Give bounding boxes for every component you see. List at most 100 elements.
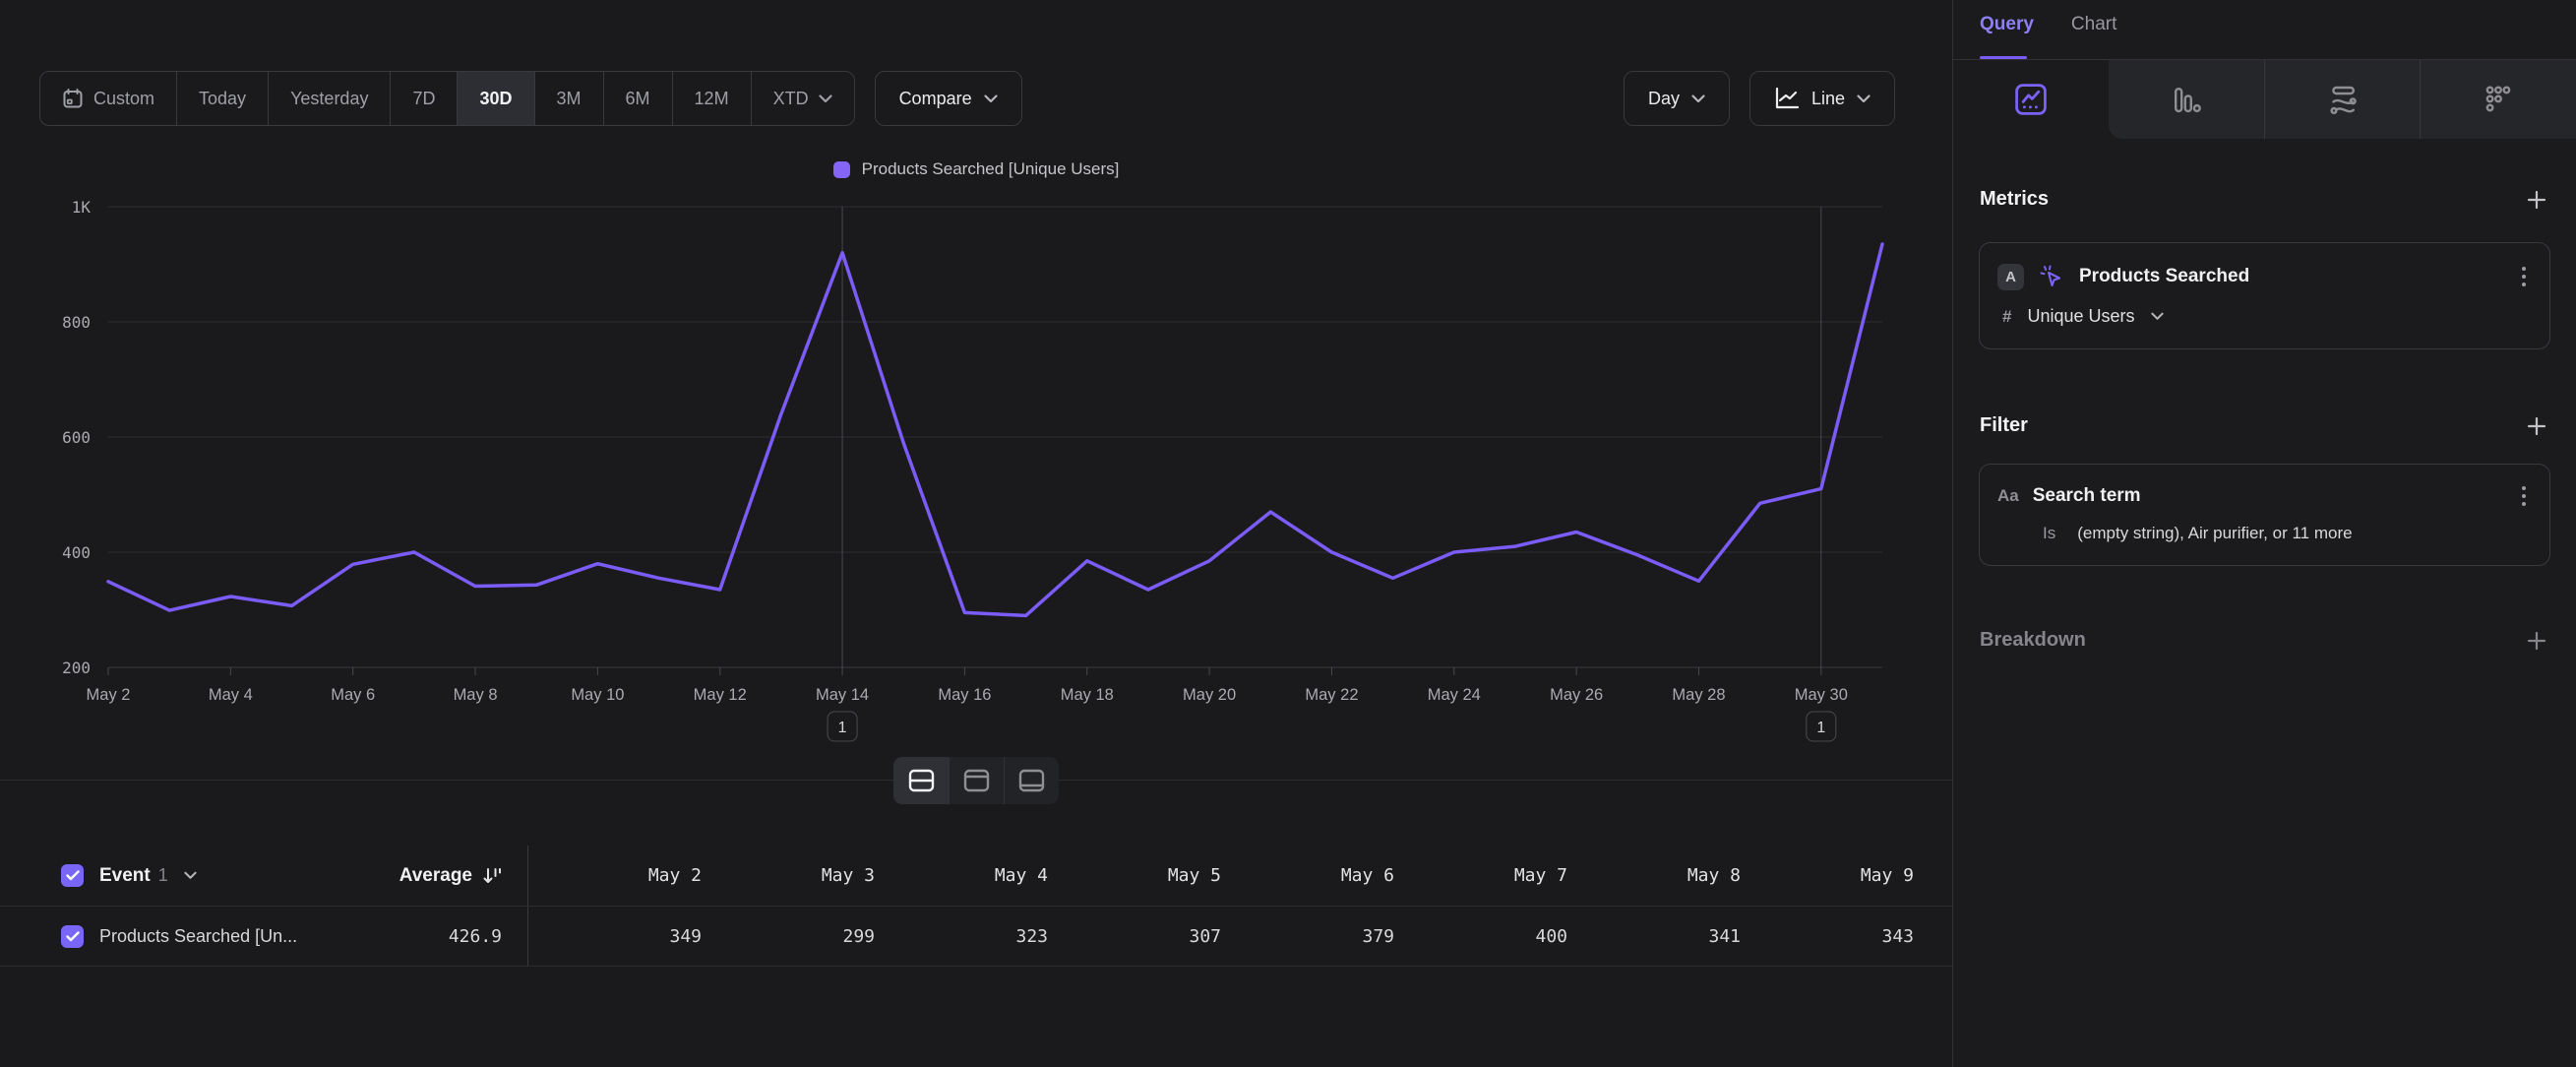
chevron-down-icon xyxy=(1857,94,1871,103)
add-filter-button[interactable] xyxy=(2527,416,2546,436)
chevron-down-icon xyxy=(2151,312,2164,321)
value-cell: 400 xyxy=(1394,926,1567,947)
retention-icon xyxy=(2481,82,2516,117)
range-label: Custom xyxy=(93,89,154,109)
range-button-yesterday[interactable]: Yesterday xyxy=(268,72,390,125)
filter-card[interactable]: Aa Search term Is (empty string), Air pu… xyxy=(1979,464,2550,566)
chevron-down-icon xyxy=(184,871,197,880)
tab-chart[interactable]: Chart xyxy=(2071,14,2116,59)
granularity-button[interactable]: Day xyxy=(1624,71,1730,126)
range-button-6m[interactable]: 6M xyxy=(603,72,672,125)
select-all-checkbox[interactable] xyxy=(61,864,84,887)
x-axis-tick-label: May 22 xyxy=(1305,686,1358,704)
split-view-toggle[interactable] xyxy=(893,757,949,804)
date-column-header[interactable]: May 4 xyxy=(875,865,1048,886)
filter-condition-row[interactable]: Is (empty string), Air purifier, or 11 m… xyxy=(1997,524,2528,543)
tab-query[interactable]: Query xyxy=(1980,14,2034,59)
main-panel: Custom Today Yesterday 7D30D3M 6M 12M XTD Comp… xyxy=(0,0,1952,1067)
viz-tab-insights[interactable] xyxy=(1953,60,2109,139)
x-axis-tick-label: May 16 xyxy=(938,686,991,704)
data-table: Event1 Average May 2May 3May 4May 5May 6… xyxy=(0,846,1952,967)
x-axis-tick-label: May 24 xyxy=(1428,686,1481,704)
string-property-icon: Aa xyxy=(1997,486,2019,506)
range-button-xtd[interactable]: XTD xyxy=(751,72,854,125)
date-column-header[interactable]: May 7 xyxy=(1394,865,1567,886)
viz-tab-flows[interactable] xyxy=(2264,60,2421,139)
average-header-cell[interactable]: Average xyxy=(307,846,528,906)
view-toggle-group xyxy=(893,757,1059,804)
average-header-label: Average xyxy=(399,865,472,887)
legend-swatch xyxy=(833,161,850,178)
metrics-heading: Metrics xyxy=(1980,188,2049,211)
annotation-badge-label: 1 xyxy=(1816,720,1825,736)
chart-type-button[interactable]: Line xyxy=(1749,71,1895,126)
value-cell: 341 xyxy=(1567,926,1741,947)
date-column-header[interactable]: May 8 xyxy=(1567,865,1741,886)
filter-value: (empty string), Air purifier, or 11 more xyxy=(2077,524,2352,543)
breakdown-heading: Breakdown xyxy=(1980,629,2086,652)
range-label: Today xyxy=(199,89,246,109)
table-row: Products Searched [Un... 426.9 349299323… xyxy=(0,907,1952,967)
filter-property-name: Search term xyxy=(2033,485,2506,507)
check-icon xyxy=(66,870,80,881)
y-axis-tick-label: 600 xyxy=(62,428,91,447)
metric-menu-button[interactable] xyxy=(2520,265,2528,288)
visualization-tabs xyxy=(1953,60,2576,139)
funnels-icon xyxy=(2169,82,2204,117)
date-column-header[interactable]: May 3 xyxy=(702,865,875,886)
x-axis-tick-label: May 18 xyxy=(1061,686,1114,704)
y-axis-tick-label: 1K xyxy=(72,198,92,217)
line-chart-icon xyxy=(1774,87,1800,110)
date-column-header[interactable]: May 5 xyxy=(1048,865,1221,886)
viz-tab-funnels[interactable] xyxy=(2109,60,2264,139)
event-cursor-icon xyxy=(2038,263,2065,290)
range-label: 6M xyxy=(626,89,650,109)
date-column-header[interactable]: May 6 xyxy=(1221,865,1394,886)
metric-letter-badge: A xyxy=(1997,264,2024,290)
series-checkbox[interactable] xyxy=(61,925,84,948)
value-cell: 379 xyxy=(1221,926,1394,947)
aggregation-label: Unique Users xyxy=(2027,306,2134,327)
check-icon xyxy=(66,931,80,942)
chevron-down-icon xyxy=(984,94,998,103)
y-axis-tick-label: 200 xyxy=(62,659,91,677)
compare-button[interactable]: Compare xyxy=(875,71,1022,126)
flows-icon xyxy=(2325,82,2361,117)
table-header-row: Event1 Average May 2May 3May 4May 5May 6… xyxy=(0,846,1952,907)
chart-type-label: Line xyxy=(1811,89,1845,109)
line-chart[interactable]: 1K800600400200May 2May 4May 6May 8May 10… xyxy=(0,185,1952,746)
range-button-today[interactable]: Today xyxy=(176,72,268,125)
legend-label: Products Searched [Unique Users] xyxy=(862,159,1120,179)
x-axis-tick-label: May 8 xyxy=(454,686,498,704)
range-button-3m[interactable]: 3M xyxy=(534,72,603,125)
event-count: 1 xyxy=(158,865,168,885)
chart-view-icon xyxy=(1018,769,1045,792)
sort-icon xyxy=(482,866,502,886)
date-range-control: Custom Today Yesterday 7D30D3M 6M 12M XTD xyxy=(39,71,855,126)
range-label: Yesterday xyxy=(290,89,368,109)
event-header-cell[interactable]: Event1 xyxy=(61,864,307,887)
metric-card[interactable]: A Products Searched # Unique Users xyxy=(1979,242,2550,349)
chart-view-toggle[interactable] xyxy=(1004,757,1059,804)
number-symbol: # xyxy=(2002,307,2011,327)
chart-area: 1K800600400200May 2May 4May 6May 8May 10… xyxy=(0,185,1952,751)
viz-tab-retention[interactable] xyxy=(2420,60,2576,139)
series-line[interactable] xyxy=(108,244,1882,615)
x-axis-tick-label: May 6 xyxy=(331,686,375,704)
range-button-custom[interactable]: Custom xyxy=(40,72,176,125)
filter-menu-button[interactable] xyxy=(2520,484,2528,508)
range-button-30d[interactable]: 30D xyxy=(457,72,533,125)
range-button-12m[interactable]: 12M xyxy=(672,72,751,125)
add-metric-button[interactable] xyxy=(2527,190,2546,210)
series-name: Products Searched [Un... xyxy=(99,926,297,947)
metric-aggregation-row[interactable]: # Unique Users xyxy=(1997,306,2528,327)
insights-report: Custom Today Yesterday 7D30D3M 6M 12M XTD Comp… xyxy=(0,0,2576,1067)
add-breakdown-button[interactable] xyxy=(2527,631,2546,651)
date-column-header[interactable]: May 9 xyxy=(1741,865,1914,886)
table-view-toggle[interactable] xyxy=(949,757,1004,804)
series-name-cell[interactable]: Products Searched [Un... xyxy=(61,925,307,948)
date-column-header[interactable]: May 2 xyxy=(528,865,702,886)
range-button-7d[interactable]: 7D xyxy=(390,72,457,125)
range-label: 12M xyxy=(695,89,729,109)
value-cell: 307 xyxy=(1048,926,1221,947)
